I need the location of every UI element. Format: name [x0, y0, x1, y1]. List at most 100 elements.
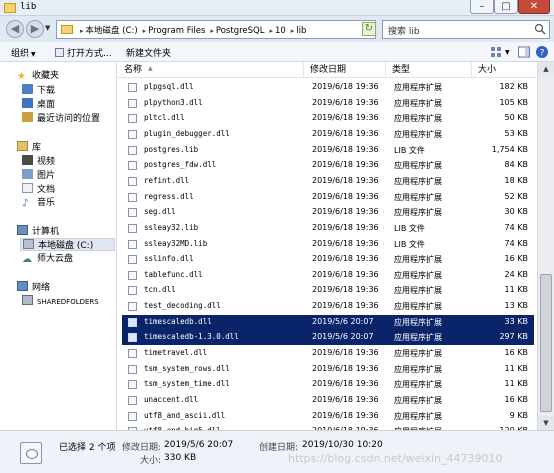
file-row[interactable]: pltcl.dll 2019/6/18 19:36 应用程序扩展 50 KB	[122, 111, 534, 126]
scroll-down-icon[interactable]: ▼	[538, 416, 554, 430]
file-row[interactable]: plugin_debugger.dll 2019/6/18 19:36 应用程序扩展…	[122, 127, 534, 142]
nav-libraries[interactable]: 库	[17, 141, 41, 154]
view-options-icon[interactable]	[489, 45, 503, 59]
file-modified: 2019/6/18 19:36	[312, 191, 379, 201]
file-row[interactable]: tablefunc.dll 2019/6/18 19:36 应用程序扩展 24 KB	[122, 268, 534, 283]
file-row[interactable]: postgres.lib 2019/6/18 19:36 LIB 文件 1,754 K…	[122, 143, 534, 158]
file-name: tsm_system_time.dll	[144, 379, 230, 389]
address-bar[interactable]: ▸ 本地磁盘 (C:) ▸ Program Files ▸ PostgreSQL ▸ 10 ▸ l…	[56, 20, 376, 39]
nav-item-pictures[interactable]: 图片	[22, 169, 55, 182]
nav-favorites[interactable]: ★ 收藏夹	[17, 70, 59, 83]
file-icon	[128, 192, 137, 202]
file-type: 应用程序扩展	[394, 286, 442, 296]
file-type: 应用程序扩展	[394, 192, 442, 202]
maximize-button[interactable]: □	[494, 0, 518, 14]
nav-item-sharedfolders[interactable]: SHAREDFOLDERS	[22, 295, 99, 308]
file-row[interactable]: tsm_system_time.dll 2019/6/18 19:36 应用程序扩展…	[122, 377, 534, 392]
file-size: 18 KB	[504, 175, 528, 185]
help-icon[interactable]: ?	[535, 45, 549, 59]
forward-button[interactable]: ▶	[26, 20, 44, 38]
column-header-size[interactable]: 大小	[472, 62, 536, 78]
nav-item-local-disk[interactable]: 本地磁盘 (C:)	[20, 238, 115, 251]
file-size: 105 KB	[499, 97, 528, 107]
nav-item-recent[interactable]: 最近访问的位置	[22, 112, 100, 125]
file-row[interactable]: plpgsql.dll 2019/6/18 19:36 应用程序扩展 182 KB	[122, 80, 534, 95]
search-icon[interactable]	[534, 23, 546, 35]
file-icon	[128, 223, 137, 233]
vertical-scrollbar[interactable]: ▲ ▼	[537, 62, 554, 430]
file-type: 应用程序扩展	[394, 161, 442, 171]
scroll-up-icon[interactable]: ▲	[538, 62, 554, 76]
chevron-right-icon: ▸	[142, 27, 147, 35]
file-row[interactable]: ssleay32MD.lib 2019/6/18 19:36 LIB 文件 74 KB	[122, 237, 534, 252]
file-row[interactable]: tcn.dll 2019/6/18 19:36 应用程序扩展 11 KB	[122, 283, 534, 298]
column-header-name[interactable]: ▲ 名称	[118, 62, 304, 78]
nav-item-downloads[interactable]: 下载	[22, 84, 55, 97]
file-row[interactable]: plpython3.dll 2019/6/18 19:36 应用程序扩展 105 KB	[122, 96, 534, 111]
file-modified: 2019/6/18 19:36	[312, 269, 379, 279]
preview-pane-icon[interactable]	[517, 45, 531, 59]
file-name: plugin_debugger.dll	[144, 128, 230, 138]
file-modified: 2019/6/18 19:36	[312, 395, 379, 404]
file-modified: 2019/6/18 19:36	[312, 410, 379, 420]
column-header-type[interactable]: 类型	[386, 62, 472, 78]
file-icon	[128, 349, 137, 359]
nav-item-documents[interactable]: 文档	[22, 183, 55, 196]
file-row[interactable]: unaccent.dll 2019/6/18 19:36 应用程序扩展 16 KB	[122, 393, 534, 408]
file-row[interactable]: test_decoding.dll 2019/6/18 19:36 应用程序扩展 13…	[122, 299, 534, 314]
file-icon	[128, 380, 137, 390]
scrollbar-thumb[interactable]	[540, 274, 552, 412]
file-row[interactable]: seg.dll 2019/6/18 19:36 应用程序扩展 30 KB	[122, 205, 534, 220]
file-row[interactable]: sslinfo.dll 2019/6/18 19:36 应用程序扩展 16 KB	[122, 252, 534, 267]
file-name: timescaledb-1.3.0.dll	[144, 332, 239, 342]
file-row[interactable]: tsm_system_rows.dll 2019/6/18 19:36 应用程序扩展…	[122, 362, 534, 377]
breadcrumb-item[interactable]: Program Files	[148, 26, 205, 36]
breadcrumb-item[interactable]: 10	[275, 26, 286, 36]
recent-pages-dropdown-icon[interactable]: ▼	[45, 24, 50, 32]
file-name: test_decoding.dll	[144, 301, 221, 311]
organize-button[interactable]: 组织 ▼	[11, 46, 36, 59]
nav-computer[interactable]: 计算机	[17, 225, 59, 238]
file-icon	[128, 129, 137, 139]
file-row[interactable]: timescaledb-1.3.0.dll 2019/5/6 20:07 应用程序扩…	[122, 330, 534, 346]
file-type: 应用程序扩展	[394, 396, 442, 405]
column-header-modified[interactable]: 修改日期	[304, 62, 386, 78]
nav-network[interactable]: 网络	[17, 281, 50, 294]
nav-item-desktop[interactable]: 桌面	[22, 98, 55, 111]
nav-item-cloud-drive[interactable]: ☁ 师大云盘	[22, 253, 73, 266]
file-row[interactable]: ssleay32.lib 2019/6/18 19:36 LIB 文件 74 KB	[122, 221, 534, 236]
chevron-down-icon[interactable]: ▼	[505, 49, 510, 56]
new-folder-button[interactable]: 新建文件夹	[126, 46, 171, 59]
refresh-button[interactable]: ↻	[362, 22, 376, 36]
minimize-button[interactable]: –	[470, 0, 494, 14]
window-icon	[55, 48, 64, 57]
file-row[interactable]: timetravel.dll 2019/6/18 19:36 应用程序扩展 16 KB	[122, 346, 534, 361]
file-row[interactable]: timescaledb.dll 2019/5/6 20:07 应用程序扩展 33 KB	[122, 314, 534, 330]
file-row[interactable]: refint.dll 2019/6/18 19:36 应用程序扩展 18 KB	[122, 174, 534, 189]
file-size: 74 KB	[504, 222, 528, 232]
nav-item-music[interactable]: ♪ 音乐	[22, 197, 55, 210]
file-type: LIB 文件	[394, 239, 425, 249]
search-input[interactable]: 搜索 lib	[382, 20, 550, 39]
breadcrumb-item[interactable]: 本地磁盘 (C:)	[86, 26, 138, 36]
nav-item-videos[interactable]: 视频	[22, 155, 55, 168]
file-row[interactable]: regress.dll 2019/6/18 19:36 应用程序扩展 52 KB	[122, 190, 534, 205]
breadcrumb-item[interactable]: PostgreSQL	[216, 26, 265, 36]
chevron-right-icon: ▸	[210, 27, 214, 35]
breadcrumb-item[interactable]: lib	[296, 26, 306, 36]
recent-places-icon	[22, 112, 33, 122]
file-row[interactable]: utf8_and_ascii.dll 2019/6/18 19:36 应用程序扩展 9…	[122, 409, 534, 424]
file-size: 11 KB	[504, 363, 528, 373]
file-name: pltcl.dll	[144, 113, 185, 123]
open-with-button[interactable]: 打开方式...	[55, 46, 112, 59]
file-row[interactable]: postgres_fdw.dll 2019/6/18 19:36 应用程序扩展 84 …	[122, 158, 534, 173]
file-icon	[128, 333, 137, 343]
folder-icon	[4, 3, 16, 13]
nav-network-label: 网络	[32, 283, 51, 293]
file-type: 应用程序扩展	[394, 317, 442, 327]
close-button[interactable]: ✕	[518, 0, 550, 14]
back-button[interactable]: ◀	[6, 20, 24, 38]
window-title: lib	[20, 2, 37, 12]
file-icon	[128, 83, 137, 92]
chevron-down-icon: ▼	[31, 51, 36, 58]
